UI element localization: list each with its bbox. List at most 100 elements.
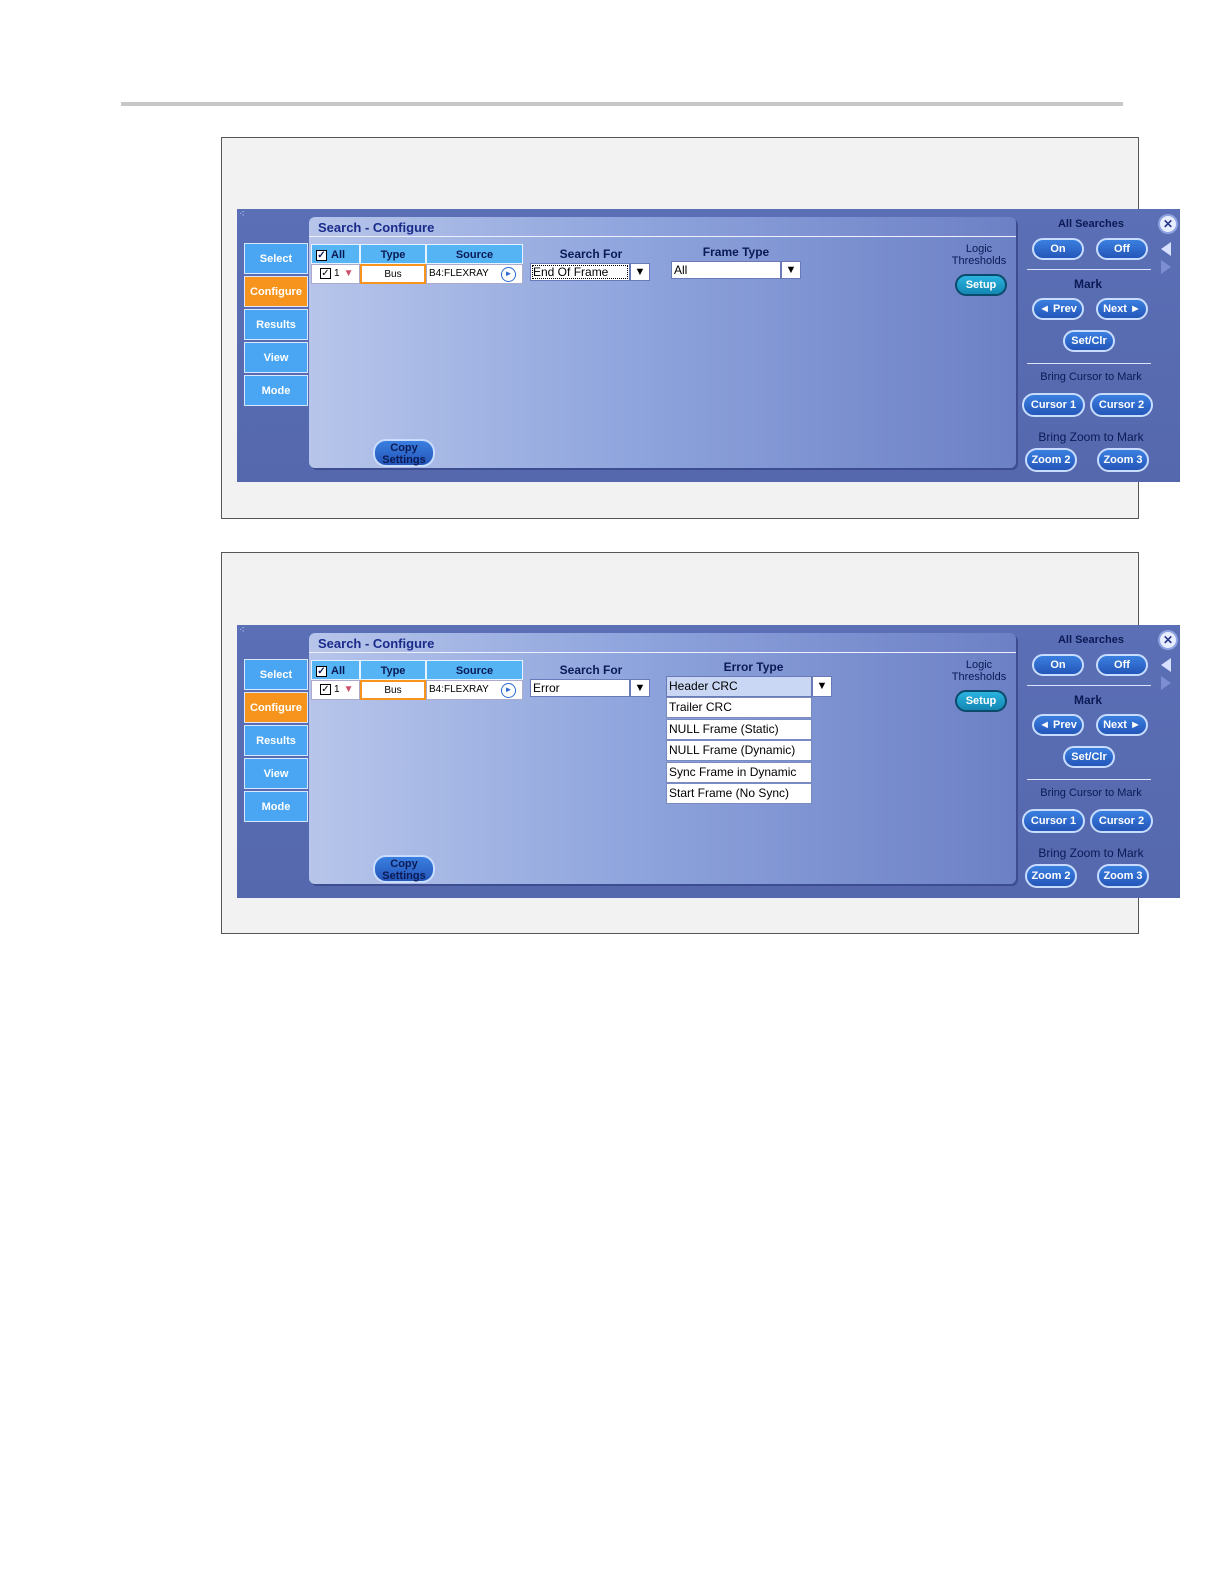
header-type: Type bbox=[360, 244, 426, 264]
source-select-icon[interactable]: ► bbox=[501, 267, 516, 282]
searches-off-button[interactable]: Off bbox=[1096, 654, 1148, 676]
search-for-dropdown[interactable]: Error bbox=[530, 679, 630, 697]
tab-select[interactable]: Select bbox=[244, 243, 308, 274]
configure-area: Search - Configure ✓ All Type Source ✓ 1 ▼ Bus B4… bbox=[309, 633, 1016, 884]
prev-mark-button[interactable]: ◄ Prev bbox=[1032, 298, 1084, 320]
setup-button[interactable]: Setup bbox=[955, 690, 1007, 712]
logic-thresholds-label: Logic Thresholds bbox=[951, 243, 1007, 267]
searches-off-button[interactable]: Off bbox=[1096, 238, 1148, 260]
all-searches-label: All Searches bbox=[1057, 218, 1125, 230]
zoom2-button[interactable]: Zoom 2 bbox=[1025, 448, 1077, 472]
mark-label: Mark bbox=[1073, 277, 1102, 291]
header-all-label: All bbox=[331, 249, 346, 261]
row-dropdown-icon[interactable]: ▼ bbox=[344, 268, 354, 279]
mark-label: Mark bbox=[1073, 693, 1102, 707]
bring-zoom-label: Bring Zoom to Mark bbox=[1038, 430, 1144, 444]
row-source-cell[interactable]: B4:FLEXRAY ► bbox=[426, 680, 523, 700]
row-source-text: B4:FLEXRAY bbox=[429, 684, 489, 695]
panel-title: Search - Configure bbox=[318, 220, 435, 235]
error-type-arrow-icon[interactable]: ▼ bbox=[812, 676, 832, 697]
search-for-dropdown[interactable]: End Of Frame bbox=[530, 263, 630, 281]
searches-on-button[interactable]: On bbox=[1032, 238, 1084, 260]
search-for-arrow-icon[interactable]: ▼ bbox=[630, 679, 650, 697]
zoom2-button[interactable]: Zoom 2 bbox=[1025, 864, 1077, 888]
frame-type-arrow-icon[interactable]: ▼ bbox=[781, 261, 801, 279]
error-type-option[interactable]: Sync Frame in Dynamic bbox=[666, 761, 812, 783]
tab-view[interactable]: View bbox=[244, 342, 308, 373]
source-select-icon[interactable]: ► bbox=[501, 683, 516, 698]
all-checkbox[interactable]: ✓ bbox=[316, 665, 327, 677]
error-type-label: Error Type bbox=[723, 660, 784, 674]
grip-icon[interactable]: ⁖ bbox=[239, 625, 245, 636]
bring-cursor-label: Bring Cursor to Mark bbox=[1040, 371, 1142, 383]
search-for-label: Search For bbox=[559, 247, 623, 261]
row-source-cell[interactable]: B4:FLEXRAY ► bbox=[426, 264, 523, 284]
cursor2-button[interactable]: Cursor 2 bbox=[1090, 393, 1153, 417]
prev-mark-button[interactable]: ◄ Prev bbox=[1032, 714, 1084, 736]
zoom3-button[interactable]: Zoom 3 bbox=[1097, 448, 1149, 472]
set-clear-mark-button[interactable]: Set/Clr bbox=[1063, 746, 1115, 768]
logic-thresholds-label: Logic Thresholds bbox=[951, 659, 1007, 683]
tab-configure[interactable]: Configure bbox=[244, 276, 308, 307]
frame-type-dropdown[interactable]: All bbox=[671, 261, 781, 279]
divider bbox=[1027, 269, 1151, 270]
search-panel: ⁖ Select Configure Results View Mode Search - … bbox=[237, 625, 1180, 898]
title-divider bbox=[309, 236, 1016, 237]
bring-cursor-label: Bring Cursor to Mark bbox=[1040, 787, 1142, 799]
setup-button[interactable]: Setup bbox=[955, 274, 1007, 296]
header-source: Source bbox=[426, 244, 523, 264]
next-mark-button[interactable]: Next ► bbox=[1096, 714, 1148, 736]
row-number: 1 bbox=[334, 268, 340, 279]
frame-type-label: Frame Type bbox=[702, 245, 770, 259]
copy-settings-button[interactable]: Copy Settings bbox=[373, 439, 435, 467]
cursor1-button[interactable]: Cursor 1 bbox=[1022, 809, 1085, 833]
tab-mode[interactable]: Mode bbox=[244, 791, 308, 822]
error-type-option[interactable]: NULL Frame (Dynamic) bbox=[666, 740, 812, 761]
error-type-option[interactable]: NULL Frame (Static) bbox=[666, 718, 812, 740]
row-number: 1 bbox=[334, 684, 340, 695]
tab-results[interactable]: Results bbox=[244, 309, 308, 340]
tab-results[interactable]: Results bbox=[244, 725, 308, 756]
tab-view[interactable]: View bbox=[244, 758, 308, 789]
error-type-option[interactable]: Start Frame (No Sync) bbox=[666, 783, 812, 804]
close-icon[interactable]: ✕ bbox=[1158, 214, 1178, 234]
header-source: Source bbox=[426, 660, 523, 680]
header-all[interactable]: ✓ All bbox=[311, 244, 360, 264]
zoom3-button[interactable]: Zoom 3 bbox=[1097, 864, 1149, 888]
grip-icon[interactable]: ⁖ bbox=[239, 209, 245, 220]
next-mark-button[interactable]: Next ► bbox=[1096, 298, 1148, 320]
row-source-text: B4:FLEXRAY bbox=[429, 268, 489, 279]
search-for-arrow-icon[interactable]: ▼ bbox=[630, 263, 650, 281]
error-type-dropdown[interactable]: Header CRC bbox=[666, 676, 812, 697]
bring-zoom-label: Bring Zoom to Mark bbox=[1038, 846, 1144, 860]
all-checkbox[interactable]: ✓ bbox=[316, 249, 327, 261]
row-checkbox[interactable]: ✓ bbox=[320, 267, 331, 279]
searches-on-button[interactable]: On bbox=[1032, 654, 1084, 676]
row-select-cell[interactable]: ✓ 1 ▼ bbox=[311, 680, 360, 700]
configure-area: Search - Configure ✓ All Type Source ✓ 1 ▼ Bus B4… bbox=[309, 217, 1016, 468]
tab-configure[interactable]: Configure bbox=[244, 692, 308, 723]
cursor2-button[interactable]: Cursor 2 bbox=[1090, 809, 1153, 833]
tab-mode[interactable]: Mode bbox=[244, 375, 308, 406]
row-type-cell[interactable]: Bus bbox=[360, 264, 426, 284]
row-checkbox[interactable]: ✓ bbox=[320, 683, 331, 695]
header-all-label: All bbox=[331, 665, 346, 677]
copy-settings-button[interactable]: Copy Settings bbox=[373, 855, 435, 883]
header-all[interactable]: ✓ All bbox=[311, 660, 360, 680]
search-panel: ⁖ Select Configure Results View Mode Search - … bbox=[237, 209, 1180, 482]
title-divider bbox=[309, 652, 1016, 653]
page-top-rule bbox=[121, 102, 1123, 106]
panel-title: Search - Configure bbox=[318, 636, 435, 651]
row-type-cell[interactable]: Bus bbox=[360, 680, 426, 700]
tab-select[interactable]: Select bbox=[244, 659, 308, 690]
collapse-left-icon[interactable] bbox=[1161, 658, 1171, 672]
cursor1-button[interactable]: Cursor 1 bbox=[1022, 393, 1085, 417]
error-type-option[interactable]: Trailer CRC bbox=[666, 697, 812, 718]
row-dropdown-icon[interactable]: ▼ bbox=[344, 684, 354, 695]
close-icon[interactable]: ✕ bbox=[1158, 630, 1178, 650]
expand-right-icon[interactable] bbox=[1161, 260, 1171, 274]
collapse-left-icon[interactable] bbox=[1161, 242, 1171, 256]
expand-right-icon[interactable] bbox=[1161, 676, 1171, 690]
row-select-cell[interactable]: ✓ 1 ▼ bbox=[311, 264, 360, 284]
set-clear-mark-button[interactable]: Set/Clr bbox=[1063, 330, 1115, 352]
